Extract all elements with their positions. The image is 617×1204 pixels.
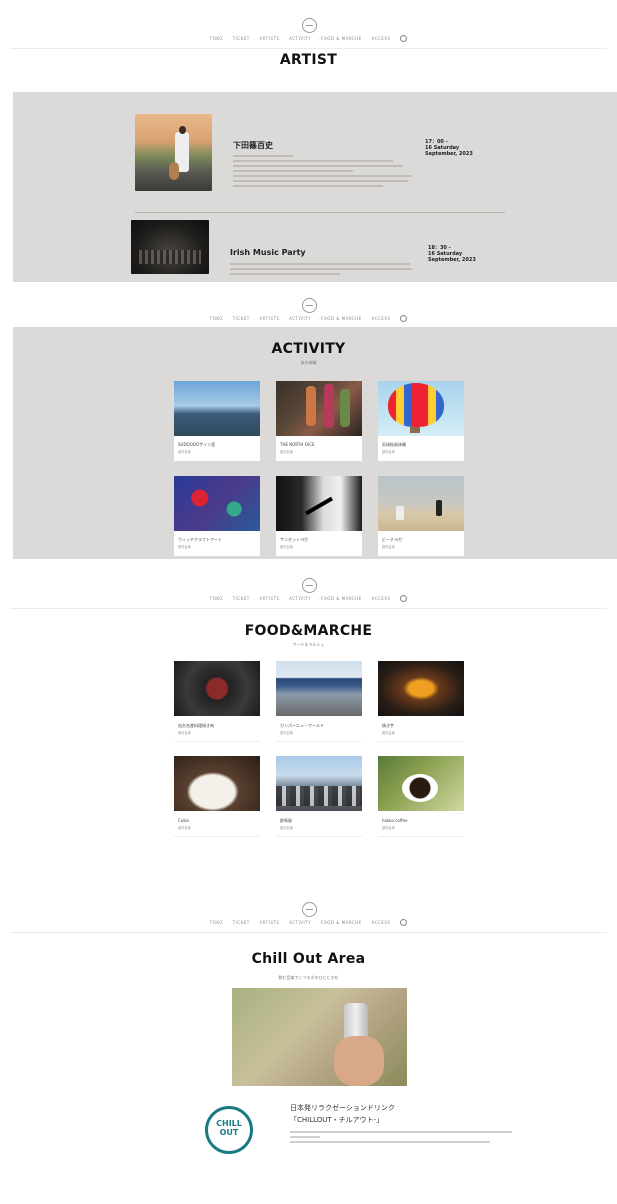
chill-description	[290, 1128, 515, 1146]
nav-link-toko[interactable]: TOKO	[210, 316, 223, 321]
search-icon[interactable]	[400, 919, 408, 926]
nav-divider	[10, 48, 607, 49]
search-icon[interactable]	[400, 35, 408, 42]
activity-card[interactable]: サンセットヨガ 館内会場	[276, 476, 362, 556]
top-nav-1: TOKO TICKET ARTISTS ACTIVITY FOOD & MARC…	[0, 10, 617, 50]
nav-link-activity[interactable]: ACTIVITY	[289, 36, 311, 41]
activity-image	[174, 381, 260, 436]
food-title: FOOD&MARCHE	[244, 623, 373, 639]
logo-icon[interactable]	[302, 578, 317, 593]
activity-card[interactable]: 気球絵画体験 館内会場	[378, 381, 464, 461]
activity-card[interactable]: THE NORTH FACE 館内会場	[276, 381, 362, 461]
nav-link-access[interactable]: ACCESS	[372, 920, 391, 925]
nav-link-ticket[interactable]: TICKET	[233, 316, 250, 321]
artist-desc-2	[230, 260, 415, 282]
nav-link-artists[interactable]: ARTISTS	[260, 920, 280, 925]
nav-link-activity[interactable]: ACTIVITY	[289, 316, 311, 321]
food-image	[276, 661, 362, 716]
food-image	[378, 756, 464, 811]
food-card[interactable]: 焼き芋 館内会場	[378, 661, 464, 742]
activity-card[interactable]: SUDOOOOザイン室 館内会場	[174, 381, 260, 461]
activity-image	[174, 476, 260, 531]
nav-divider	[10, 932, 607, 933]
food-card[interactable]: 仙台名産料理焼き肉 館内会場	[174, 661, 260, 742]
top-nav-3: TOKO TICKET ARTISTS ACTIVITY FOOD & MARC…	[0, 570, 617, 610]
nav-link-food[interactable]: FOOD & MARCHE	[321, 316, 362, 321]
chill-title: Chill Out Area	[251, 951, 366, 967]
chill-heading-1: 日本発リラクゼーションドリンク	[290, 1104, 395, 1112]
artist-name-1: 下田篠百史	[233, 141, 273, 150]
artist-photo-2[interactable]	[131, 220, 209, 274]
nav-link-ticket[interactable]: TICKET	[233, 36, 250, 41]
artist-time-2: 18：30 - 16 Saturday September, 2023	[428, 245, 476, 263]
artist-name-2: Irish Music Party	[230, 248, 306, 257]
food-card[interactable]: 群馬屋 館内会場	[276, 756, 362, 837]
artist-time-1: 17：00 - 16 Saturday September, 2023	[425, 139, 473, 157]
search-icon[interactable]	[400, 595, 408, 602]
food-subtitle: フード＆マルシェ	[292, 642, 325, 647]
nav-link-activity[interactable]: ACTIVITY	[289, 596, 311, 601]
nav-link-access[interactable]: ACCESS	[372, 36, 391, 41]
nav-link-ticket[interactable]: TICKET	[233, 920, 250, 925]
food-image	[378, 661, 464, 716]
food-card[interactable]: Cubis 館内会場	[174, 756, 260, 837]
food-image	[174, 661, 260, 716]
artist-photo-1[interactable]	[135, 114, 212, 191]
top-nav-4: TOKO TICKET ARTISTS ACTIVITY FOOD & MARC…	[0, 894, 617, 934]
chill-subtitle: 飲む音楽でくつろぎのひとときを	[278, 975, 339, 980]
activity-title: ACTIVITY	[271, 341, 346, 357]
nav-link-food[interactable]: FOOD & MARCHE	[321, 36, 362, 41]
chill-heading-2: 「CHILLOUT・チルアウト-」	[290, 1116, 384, 1124]
food-card[interactable]: hakko coffee 館内会場	[378, 756, 464, 837]
nav-link-access[interactable]: ACCESS	[372, 596, 391, 601]
nav-link-access[interactable]: ACCESS	[372, 316, 391, 321]
chill-hero-image[interactable]	[232, 988, 407, 1086]
logo-icon[interactable]	[302, 902, 317, 917]
activity-image	[378, 476, 464, 531]
activity-card[interactable]: ビーチヨガ 館内会場	[378, 476, 464, 556]
logo-icon[interactable]	[302, 298, 317, 313]
artist-divider	[135, 212, 505, 213]
artist-desc-1	[233, 152, 413, 204]
nav-divider	[10, 608, 607, 609]
nav-link-toko[interactable]: TOKO	[210, 36, 223, 41]
nav-link-ticket[interactable]: TICKET	[233, 596, 250, 601]
activity-subtitle: 体の体験	[300, 360, 317, 365]
activity-image	[276, 476, 362, 531]
activity-card[interactable]: ウィッチクラフトアート 館内会場	[174, 476, 260, 556]
nav-link-artists[interactable]: ARTISTS	[260, 596, 280, 601]
logo-icon[interactable]	[302, 18, 317, 33]
food-image	[276, 756, 362, 811]
chill-out-logo: CHILL OUT	[205, 1106, 253, 1154]
activity-image	[276, 381, 362, 436]
nav-link-food[interactable]: FOOD & MARCHE	[321, 920, 362, 925]
search-icon[interactable]	[400, 315, 408, 322]
food-card[interactable]: カンパーニュ・ワールド 館内会場	[276, 661, 362, 742]
food-image	[174, 756, 260, 811]
nav-link-toko[interactable]: TOKO	[210, 596, 223, 601]
nav-link-toko[interactable]: TOKO	[210, 920, 223, 925]
nav-link-food[interactable]: FOOD & MARCHE	[321, 596, 362, 601]
nav-link-artists[interactable]: ARTISTS	[260, 36, 280, 41]
artist-title: ARTIST	[279, 52, 338, 68]
nav-link-activity[interactable]: ACTIVITY	[289, 920, 311, 925]
activity-image	[378, 381, 464, 436]
nav-link-artists[interactable]: ARTISTS	[260, 316, 280, 321]
top-nav-2: TOKO TICKET ARTISTS ACTIVITY FOOD & MARC…	[0, 290, 617, 330]
